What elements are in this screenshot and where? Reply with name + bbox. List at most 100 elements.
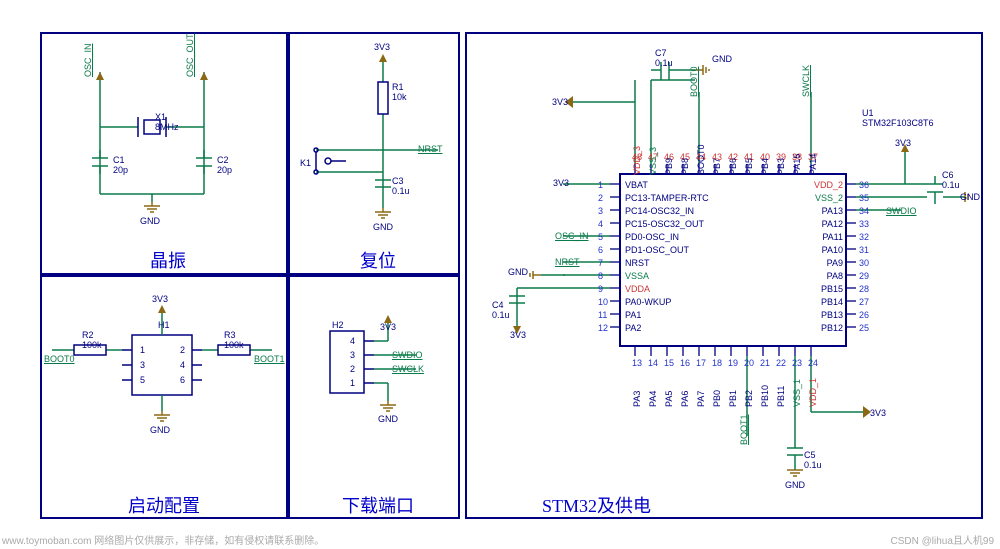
pin-label: 25 xyxy=(859,323,869,333)
c5-val: 0.1u xyxy=(804,460,822,470)
pin-label: PB7 xyxy=(712,158,722,175)
pin-label: 7 xyxy=(598,258,603,268)
c6-val: 0.1u xyxy=(942,180,960,190)
h2-p4: 4 xyxy=(350,336,355,346)
pin-label: PA2 xyxy=(625,323,641,333)
pin-label: PB5 xyxy=(744,158,754,175)
c6-ref: C6 xyxy=(942,170,954,180)
pin-label: PB14 xyxy=(821,297,843,307)
u1-val: STM32F103C8T6 xyxy=(862,118,934,128)
mcu-boot0-top: BOOT0 xyxy=(689,66,699,97)
pin-label: 5 xyxy=(598,232,603,242)
pin-label: 22 xyxy=(776,358,786,368)
pin-label: 29 xyxy=(859,271,869,281)
pin-label: 14 xyxy=(648,358,658,368)
pin-label: 15 xyxy=(664,358,674,368)
pin-label: PA8 xyxy=(827,271,843,281)
x1-ref: X1 xyxy=(155,112,166,122)
pin-label: PB6 xyxy=(728,158,738,175)
pin-label: VSSA xyxy=(625,271,649,281)
pin-label: PA3 xyxy=(632,391,642,407)
c1-ref: C1 xyxy=(113,155,125,165)
mcu-3v3-br: 3V3 xyxy=(870,408,886,418)
r1-val: 10k xyxy=(392,92,407,102)
pin-label: 16 xyxy=(680,358,690,368)
c7-val: 0.1u xyxy=(655,58,673,68)
r2-ref: R2 xyxy=(82,330,94,340)
pin-label: 3 xyxy=(598,206,603,216)
watermark-right: CSDN @lihua且人机99 xyxy=(890,532,994,547)
pin-label: PA14 xyxy=(808,154,818,175)
pin-label: PB3 xyxy=(776,158,786,175)
pin-label: 12 xyxy=(598,323,608,333)
pin-label: PB12 xyxy=(821,323,843,333)
h2-p1: 1 xyxy=(350,378,355,388)
pin-label: PB15 xyxy=(821,284,843,294)
boot-3v3: 3V3 xyxy=(152,294,168,304)
pin-label: PA4 xyxy=(648,391,658,407)
pin-label: PB9 xyxy=(664,158,674,175)
pin-label: 28 xyxy=(859,284,869,294)
reset-3v3: 3V3 xyxy=(374,42,390,52)
pin-label: PA11 xyxy=(822,232,843,242)
c4-ref: C4 xyxy=(492,300,504,310)
pin-label: 9 xyxy=(598,284,603,294)
swd-gnd: GND xyxy=(378,414,398,424)
pin-label: VSS_3 xyxy=(648,147,658,175)
c4-val: 0.1u xyxy=(492,310,510,320)
watermark-left: www.toymoban.com 网络图片仅供展示，非存储，如有侵权请联系删除。 xyxy=(2,532,324,547)
r2-val: 100k xyxy=(82,340,102,350)
schematic-swd xyxy=(288,275,460,519)
mcu-nrst: NRST xyxy=(555,257,580,267)
h2-ref: H2 xyxy=(332,320,344,330)
pin-label: PB13 xyxy=(821,310,843,320)
mcu-swdio: SWDIO xyxy=(886,206,917,216)
pin-label: PC15-OSC32_OUT xyxy=(625,219,704,229)
c1-val: 20p xyxy=(113,165,128,175)
reset-gnd: GND xyxy=(373,222,393,232)
h2-p2: 2 xyxy=(350,364,355,374)
pin-label: 13 xyxy=(632,358,642,368)
pin-label: PA1 xyxy=(625,310,641,320)
pin-label: PB4 xyxy=(760,158,770,175)
pin-label: 24 xyxy=(808,358,818,368)
boot-gnd: GND xyxy=(150,425,170,435)
pin-label: 26 xyxy=(859,310,869,320)
pin-label: 19 xyxy=(728,358,738,368)
pin-label: PB10 xyxy=(760,385,770,407)
pin-label: 27 xyxy=(859,297,869,307)
mcu-swclk-top: SWCLK xyxy=(801,65,811,97)
mcu-gnd-left: GND xyxy=(508,267,528,277)
pin-label: VDD_3 xyxy=(632,146,642,175)
schematic-boot xyxy=(40,275,288,519)
h1-ref: H1 xyxy=(158,320,170,330)
net-swclk: SWCLK xyxy=(392,364,424,374)
net-swdio: SWDIO xyxy=(392,350,423,360)
net-osc-out: OSC_OUT xyxy=(185,33,195,77)
pin-label: PD1-OSC_OUT xyxy=(625,245,689,255)
mcu-3v3-tl: 3V3 xyxy=(552,97,568,107)
c3-ref: C3 xyxy=(392,176,404,186)
mcu-gnd-b: GND xyxy=(785,480,805,490)
h2-p3: 3 xyxy=(350,350,355,360)
x1-val: 8MHz xyxy=(155,122,179,132)
pin-label: 18 xyxy=(712,358,722,368)
pin-label: NRST xyxy=(625,258,650,268)
pin-label: 10 xyxy=(598,297,608,307)
pin-label: VDD_1 xyxy=(808,378,818,407)
h1-p3: 3 xyxy=(140,360,145,370)
pin-label: PA9 xyxy=(827,258,843,268)
c3-val: 0.1u xyxy=(392,186,410,196)
r3-val: 100k xyxy=(224,340,244,350)
pin-label: PA13 xyxy=(822,206,843,216)
pin-label: VDDA xyxy=(625,284,650,294)
u1-ref: U1 xyxy=(862,108,874,118)
pin-label: BOOT0 xyxy=(696,144,706,175)
mcu-gnd-top: GND xyxy=(712,54,732,64)
pin-label: 17 xyxy=(696,358,706,368)
pin-label: PA15 xyxy=(792,154,802,175)
pin-label: 20 xyxy=(744,358,754,368)
c7-ref: C7 xyxy=(655,48,667,58)
pin-label: 8 xyxy=(598,271,603,281)
r3-ref: R3 xyxy=(224,330,236,340)
